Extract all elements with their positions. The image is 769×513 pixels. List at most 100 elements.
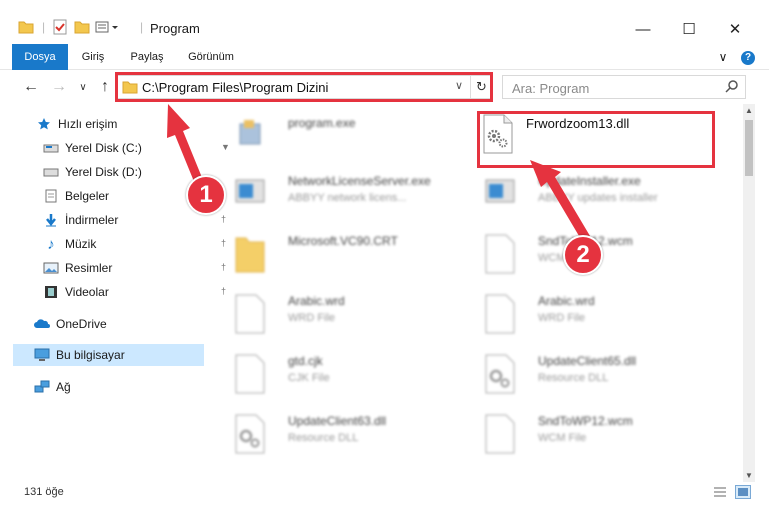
help-icon[interactable]: ? — [738, 44, 758, 70]
title-bar: | | Program — ☐ ✕ — [0, 0, 769, 44]
tab-view[interactable]: Görünüm — [180, 44, 242, 70]
tab-home[interactable]: Giriş — [74, 44, 112, 70]
star-icon — [36, 116, 52, 132]
file-highlight — [477, 111, 715, 168]
separator: | — [42, 20, 46, 34]
sidebar-item-this-pc[interactable]: Bu bilgisayar — [13, 344, 204, 366]
search-icon[interactable] — [725, 79, 739, 96]
sidebar-item-label: Yerel Disk (C:) — [65, 141, 142, 155]
file-item[interactable]: NetworkLicenseServer.exe ABBYY network l… — [206, 162, 446, 216]
search-input[interactable]: Ara: Program — [502, 75, 746, 99]
file-name: program.exe — [288, 116, 356, 130]
scrollbar-thumb[interactable] — [745, 120, 753, 176]
video-icon — [43, 284, 59, 300]
file-name: Microsoft.VC90.CRT — [288, 234, 398, 248]
file-item[interactable]: UpdateClient65.dll Resource DLL — [456, 342, 696, 396]
dll-file-icon — [484, 354, 516, 394]
blank-file-icon — [234, 294, 266, 334]
tab-share[interactable]: Paylaş — [124, 44, 170, 70]
properties-icon[interactable] — [52, 17, 68, 37]
file-item[interactable]: Arabic.wrd WRD File — [206, 282, 446, 336]
dll-file-icon — [234, 414, 266, 454]
file-name: SndToWP12.wcm — [538, 414, 633, 428]
file-item[interactable]: Arabic.wrd WRD File — [456, 282, 696, 336]
separator: | — [140, 20, 144, 34]
blank-file-icon — [484, 234, 516, 274]
scroll-up-icon[interactable]: ▲ — [745, 106, 753, 115]
file-item[interactable]: UpdateInstaller.exe ABBYY updates instal… — [456, 162, 696, 216]
documents-icon — [43, 188, 59, 204]
file-name: Arabic.wrd — [288, 294, 345, 308]
scroll-down-icon[interactable]: ▼ — [745, 471, 753, 480]
download-icon — [43, 212, 59, 228]
maximize-icon[interactable]: ☐ — [666, 14, 712, 44]
search-placeholder: Ara: Program — [512, 81, 590, 96]
file-type: Resource DLL — [538, 372, 609, 384]
file-item[interactable]: Microsoft.VC90.CRT — [206, 222, 446, 276]
sidebar-item-label: Müzik — [65, 237, 97, 251]
vertical-scrollbar[interactable]: ▲ ▼ — [743, 104, 755, 482]
step-marker-1: 1 — [186, 175, 226, 215]
forward-arrow-icon[interactable]: → — [48, 76, 70, 98]
back-arrow-icon[interactable]: ← — [20, 76, 42, 98]
blank-file-icon — [234, 354, 266, 394]
pictures-icon — [43, 260, 59, 276]
item-count: 131 öğe — [24, 486, 64, 498]
new-folder-icon[interactable] — [74, 17, 90, 37]
file-name: gtd.cjk — [288, 354, 323, 368]
blank-file-icon — [484, 294, 516, 334]
ribbon: Dosya Giriş Paylaş Görünüm ∨ ? — [0, 44, 769, 98]
file-type: ABBYY network licens... — [288, 192, 407, 204]
window-title: Program — [150, 21, 200, 36]
status-bar: 131 öğe — [0, 482, 769, 504]
network-icon — [34, 379, 50, 395]
file-name: Arabic.wrd — [538, 294, 595, 308]
sidebar-item-network[interactable]: Ağ — [34, 376, 226, 398]
sidebar-item-label: İndirmeler — [65, 213, 119, 227]
sidebar-item-label: Belgeler — [65, 189, 110, 203]
customize-toolbar-icon[interactable] — [95, 17, 121, 37]
large-icons-view-icon[interactable] — [735, 485, 751, 499]
sidebar-item-quick-access[interactable]: Hızlı erişim — [36, 113, 228, 135]
details-view-icon[interactable] — [713, 486, 727, 501]
up-arrow-icon[interactable]: ↑ — [94, 76, 116, 98]
recent-chevron-icon[interactable]: ∨ — [72, 76, 94, 98]
drive-icon — [43, 164, 59, 180]
chevron-down-icon[interactable]: ∨ — [714, 44, 732, 70]
file-item[interactable]: program.exe — [206, 104, 446, 158]
sidebar-item-label: Ağ — [56, 380, 71, 394]
sidebar-item-label: Hızlı erişim — [58, 117, 118, 131]
file-type: WCM File — [538, 432, 587, 444]
music-icon: ♪ — [47, 235, 55, 253]
file-item[interactable]: UpdateClient63.dll Resource DLL — [206, 402, 446, 456]
file-item[interactable]: gtd.cjk CJK File — [206, 342, 446, 396]
minimize-icon[interactable]: — — [620, 14, 666, 44]
sidebar-item-label: Videolar — [65, 285, 109, 299]
file-name: UpdateClient65.dll — [538, 354, 637, 368]
navigation-pane: Hızlı erişim Yerel Disk (C:) ▼ Yerel Dis… — [0, 108, 230, 478]
file-type: Resource DLL — [288, 432, 359, 444]
step-marker-2: 2 — [563, 235, 603, 275]
sidebar-item-label: Resimler — [65, 261, 113, 275]
file-name: NetworkLicenseServer.exe — [288, 174, 431, 188]
folder-icon — [234, 234, 266, 274]
sidebar-item-label: Yerel Disk (D:) — [65, 165, 142, 179]
file-name: UpdateClient63.dll — [288, 414, 387, 428]
file-type: CJK File — [288, 372, 330, 384]
sidebar-item-onedrive[interactable]: OneDrive — [34, 313, 226, 335]
drive-icon — [43, 140, 59, 156]
file-type: WRD File — [538, 312, 586, 324]
computer-icon — [34, 347, 50, 363]
blank-file-icon — [484, 414, 516, 454]
exe-file-icon — [484, 174, 516, 214]
file-item[interactable]: SndToWP12.wcm WCM File — [456, 402, 696, 456]
file-type: WRD File — [288, 312, 336, 324]
exe-file-icon — [234, 174, 266, 214]
sidebar-item-label: OneDrive — [56, 317, 107, 331]
address-bar-highlight — [115, 72, 493, 102]
exe-file-icon — [234, 116, 266, 156]
folder-icon — [18, 17, 34, 37]
file-name: UpdateInstaller.exe — [538, 174, 641, 188]
close-icon[interactable]: ✕ — [712, 14, 758, 44]
sidebar-item-label: Bu bilgisayar — [56, 348, 125, 362]
